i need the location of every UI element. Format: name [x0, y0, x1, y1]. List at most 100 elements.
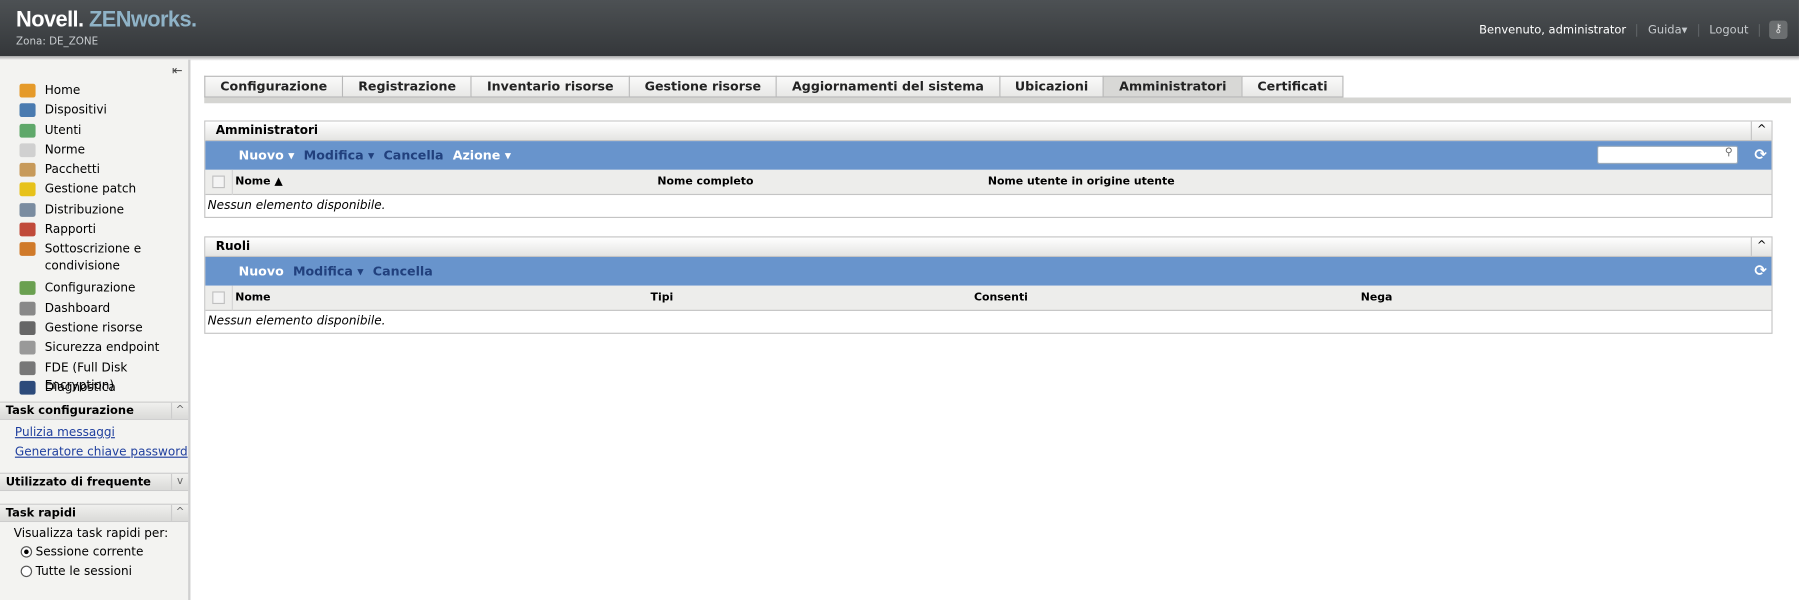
empty-message: Nessun elemento disponibile.: [207, 198, 386, 213]
distribuzione-icon: [19, 202, 36, 217]
roles-panel: Ruoli ^ Nuovo Modifica ▾ Cancella ⟳ Nome …: [204, 236, 1773, 334]
gestione-icon: [19, 182, 36, 197]
tab-certificati[interactable]: Certificati: [1241, 75, 1344, 98]
sidebar-item-label: Rapporti: [44, 222, 96, 237]
sidebar-item-norme[interactable]: Norme: [19, 142, 189, 162]
logout-link[interactable]: Logout: [1699, 23, 1760, 37]
new-button[interactable]: Nuovo ▾: [239, 148, 295, 163]
link-generatore-password[interactable]: Generatore chiave password: [15, 445, 188, 459]
link-pulizia-messaggi[interactable]: Pulizia messaggi: [15, 426, 115, 440]
sidebar-item-gestione-patch[interactable]: Gestione patch: [19, 182, 189, 202]
tab-aggiornamenti-del-sistema[interactable]: Aggiornamenti del sistema: [775, 75, 999, 98]
section-title: Utilizzato di frequente: [5, 476, 151, 489]
help-menu[interactable]: Guida▾: [1638, 23, 1699, 37]
col-nome-utente[interactable]: Nome utente in origine utente: [988, 176, 1175, 189]
configurazione-icon: [19, 281, 36, 296]
table-header: Nome ▲ Nome completo Nome utente in orig…: [205, 169, 1772, 196]
header-shadow: [0, 56, 1799, 61]
sidebar-item-label: Utenti: [44, 123, 82, 138]
chevron-down-icon[interactable]: v: [170, 473, 188, 490]
sidebar-item-label: Sottoscrizione e condivisione: [45, 241, 141, 275]
chevron-up-icon[interactable]: ^: [1750, 237, 1772, 256]
collapse-sidebar-icon[interactable]: ⇤: [172, 63, 183, 78]
sidebar-item-label: Dashboard: [44, 301, 111, 316]
search-input[interactable]: ⚲: [1597, 145, 1739, 165]
sidebar-item-label: Diagnostica: [44, 380, 116, 395]
radio-label: Sessione corrente: [35, 544, 144, 559]
sidebar-item-pacchetti[interactable]: Pacchetti: [19, 162, 189, 182]
sidebar-item-home[interactable]: Home: [19, 83, 189, 103]
quick-tasks-header[interactable]: Task rapidi ^: [0, 503, 189, 523]
frequent-header[interactable]: Utilizzato di frequente v: [0, 472, 189, 492]
edit-button[interactable]: Modifica ▾: [293, 264, 364, 279]
sidebar-item-distribuzione[interactable]: Distribuzione: [19, 202, 189, 222]
product-name: ZENworks.: [89, 8, 197, 33]
radio-sessione-corrente[interactable]: Sessione corrente: [20, 544, 144, 559]
new-button[interactable]: Nuovo: [239, 264, 284, 279]
radio-tutte-sessioni[interactable]: Tutte le sessioni: [20, 564, 132, 578]
tab-amministratori[interactable]: Amministratori: [1103, 75, 1242, 98]
sidebar-item-rapporti[interactable]: Rapporti: [19, 222, 189, 242]
chevron-up-icon[interactable]: ^: [170, 504, 188, 521]
dispositivi-icon: [19, 103, 36, 118]
admins-panel: Amministratori ^ Nuovo ▾ Modifica ▾ Cance…: [204, 120, 1773, 218]
refresh-icon[interactable]: ⟳: [1754, 263, 1767, 280]
sidebar-item-label: Norme: [44, 143, 86, 158]
sidebar-item-label: Dispositivi: [44, 103, 107, 118]
task-config-header[interactable]: Task configurazione ^: [0, 401, 189, 420]
tab-registrazione[interactable]: Registrazione: [342, 75, 471, 98]
tab-ubicazioni[interactable]: Ubicazioni: [998, 75, 1104, 98]
tab-bar: Configurazione Registrazione Inventario ri…: [204, 75, 1791, 104]
edit-button[interactable]: Modifica ▾: [304, 148, 375, 163]
sicurezza-icon: [19, 341, 36, 355]
sidebar-item-sicurezza-endpoint[interactable]: Sicurezza endpoint: [19, 340, 189, 360]
section-title: Task configurazione: [5, 404, 134, 418]
admins-toolbar: Nuovo ▾ Modifica ▾ Cancella Azione ▾ ⚲ ⟳: [205, 141, 1772, 170]
delete-button[interactable]: Cancella: [373, 264, 433, 279]
refresh-icon[interactable]: ⟳: [1754, 147, 1767, 164]
chevron-up-icon[interactable]: ^: [1750, 121, 1772, 140]
delete-button[interactable]: Cancella: [384, 148, 444, 163]
col-nome[interactable]: Nome ▲: [235, 176, 283, 189]
sidebar-item-sottoscrizione-e[interactable]: Sottoscrizione e condivisione: [19, 241, 189, 280]
radio-checked[interactable]: [20, 546, 33, 558]
tab-inventario-risorse[interactable]: Inventario risorse: [470, 75, 629, 98]
col-consenti[interactable]: Consenti: [974, 291, 1028, 304]
sidebar-item-utenti[interactable]: Utenti: [19, 122, 189, 142]
roles-toolbar: Nuovo Modifica ▾ Cancella ⟳: [205, 256, 1772, 286]
key-icon[interactable]: ⚷: [1769, 20, 1788, 40]
sidebar-item-dashboard[interactable]: Dashboard: [19, 300, 189, 320]
logo: Novell. ZENworks.: [16, 8, 197, 33]
select-all-checkbox[interactable]: [212, 175, 225, 189]
rapporti-icon: [19, 222, 36, 237]
dashboard-icon: [19, 301, 36, 316]
col-nega[interactable]: Nega: [1361, 291, 1393, 304]
col-tipi[interactable]: Tipi: [651, 291, 674, 304]
section-title: Task rapidi: [5, 507, 76, 520]
sidebar-item-label: Distribuzione: [44, 202, 125, 217]
sidebar-item-dispositivi[interactable]: Dispositivi: [19, 102, 189, 122]
action-button[interactable]: Azione ▾: [453, 148, 511, 163]
sidebar-item-fde-full-disk-encryption-[interactable]: FDE (Full Disk Encryption): [19, 360, 189, 392]
empty-message: Nessun elemento disponibile.: [207, 314, 386, 329]
sidebar-item-label: Home: [44, 83, 81, 98]
col-nome-completo[interactable]: Nome completo: [657, 176, 753, 189]
sidebar-item-label: Configurazione: [44, 281, 136, 296]
select-all-checkbox[interactable]: [212, 291, 225, 305]
search-icon: ⚲: [1724, 146, 1733, 159]
table-header: Nome Tipi Consenti Nega: [205, 285, 1772, 311]
sidebar-item-gestione-risorse[interactable]: Gestione risorse: [19, 320, 189, 340]
fde-icon: [19, 360, 36, 375]
welcome-text: Benvenuto, administrator: [1469, 23, 1638, 37]
radio-unchecked[interactable]: [20, 565, 33, 578]
tab-configurazione[interactable]: Configurazione: [204, 75, 343, 98]
sidebar-item-configurazione[interactable]: Configurazione: [19, 280, 189, 300]
sidebar-item-label: Pacchetti: [44, 163, 100, 177]
subscription-icon: [19, 242, 36, 257]
tab-gestione-risorse[interactable]: Gestione risorse: [628, 75, 776, 98]
utenti-icon: [19, 123, 36, 138]
label-line2: condivisione: [44, 259, 120, 274]
sidebar-item-label: Sicurezza endpoint: [44, 341, 160, 355]
chevron-up-icon[interactable]: ^: [170, 402, 188, 419]
col-nome[interactable]: Nome: [235, 291, 270, 304]
